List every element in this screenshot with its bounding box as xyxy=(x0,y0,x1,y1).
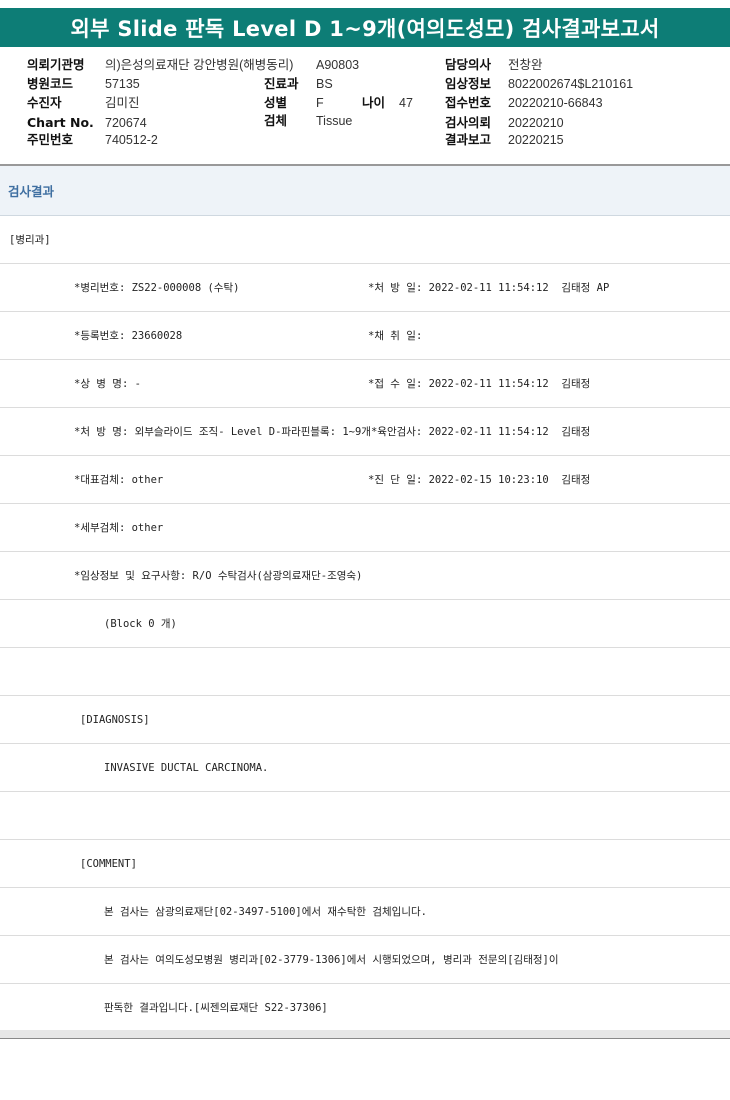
age-value: 47 xyxy=(399,96,413,110)
specimen-label: 검체 xyxy=(264,113,288,128)
report-title: 외부 Slide 판독 Level D 1~9개(여의도성모) 검사결과보고서 xyxy=(0,8,730,47)
order-name: *처 방 명: 외부슬라이드 조직- Level D-파라핀블록: 1~9개*육… xyxy=(74,426,591,438)
block-count: (Block 0 개) xyxy=(104,618,177,630)
result-rows: [병리과] *병리번호: ZS22-000008 (수탁) *처 방 일: 20… xyxy=(0,216,730,1031)
result-row: *대표검체: other *진 단 일: 2022-02-15 10:23:10… xyxy=(0,456,730,504)
specimen-value: Tissue xyxy=(316,114,353,128)
institution-label: 의뢰기관명 xyxy=(27,57,85,72)
resident-label: 주민번호 xyxy=(27,132,74,147)
hospital-code-label: 병원코드 xyxy=(27,76,74,91)
result-row: [병리과] xyxy=(0,216,730,264)
result-row: 판독한 결과입니다.[씨젠의료재단 S22-37306] xyxy=(0,984,730,1031)
result-row: *등록번호: 23660028 *채 취 일: xyxy=(0,312,730,360)
result-row: *상 병 명: - *접 수 일: 2022-02-11 11:54:12 김태… xyxy=(0,360,730,408)
report-value: 20220215 xyxy=(508,133,564,147)
dept-value: BS xyxy=(316,77,333,91)
comment-line-3: 판독한 결과입니다.[씨젠의료재단 S22-37306] xyxy=(104,1002,328,1014)
result-row: 본 검사는 삼광의료재단[02-3497-5100]에서 재수탁한 검체입니다. xyxy=(0,888,730,936)
footer-divider xyxy=(0,1030,730,1039)
registration-number: *등록번호: 23660028 xyxy=(74,330,183,342)
clinical-label: 임상정보 xyxy=(445,76,492,91)
section-header: 검사결과 xyxy=(0,166,730,216)
sex-value: F xyxy=(316,96,324,110)
result-row xyxy=(0,792,730,840)
request-value: 20220210 xyxy=(508,116,564,130)
diagnosis-date: *진 단 일: 2022-02-15 10:23:10 김태정 xyxy=(368,474,591,486)
patient-info: 의뢰기관명 의)은성의료재단 강안병원(해병동리) A90803 담당의사 전창… xyxy=(0,55,730,155)
dept-label: 진료과 xyxy=(264,76,299,91)
clinical-value: 8022002674$L210161 xyxy=(508,77,634,91)
dept-heading: [병리과] xyxy=(9,234,51,246)
pathology-number: *병리번호: ZS22-000008 (수탁) xyxy=(74,282,240,294)
institution-value: 의)은성의료재단 강안병원(해병동리) xyxy=(105,58,294,72)
receipt-label: 접수번호 xyxy=(445,95,492,110)
comment-line-2: 본 검사는 여의도성모병원 병리과[02-3779-1306]에서 시행되었으며… xyxy=(104,954,559,966)
section-title: 검사결과 xyxy=(8,184,55,199)
result-row: 본 검사는 여의도성모병원 병리과[02-3779-1306]에서 시행되었으며… xyxy=(0,936,730,984)
result-row: *처 방 명: 외부슬라이드 조직- Level D-파라핀블록: 1~9개*육… xyxy=(0,408,730,456)
collection-date: *채 취 일: xyxy=(368,330,423,342)
comment-heading: [COMMENT] xyxy=(80,858,137,870)
diagnosis-heading: [DIAGNOSIS] xyxy=(80,714,150,726)
order-date: *처 방 일: 2022-02-11 11:54:12 김태정 AP xyxy=(368,282,610,294)
age-label: 나이 xyxy=(362,95,386,110)
result-row: *임상정보 및 요구사항: R/O 수탁검사(삼광의료재단-조영숙) xyxy=(0,552,730,600)
receipt-date: *접 수 일: 2022-02-11 11:54:12 김태정 xyxy=(368,378,591,390)
result-row xyxy=(0,648,730,696)
patient-label: 수진자 xyxy=(27,95,62,110)
resident-value: 740512-2 xyxy=(105,133,158,147)
hospital-code-value: 57135 xyxy=(105,77,140,91)
main-specimen: *대표검체: other xyxy=(74,474,164,486)
result-row: [COMMENT] xyxy=(0,840,730,888)
request-label: 검사의뢰 xyxy=(445,115,492,130)
comment-line-1: 본 검사는 삼광의료재단[02-3497-5100]에서 재수탁한 검체입니다. xyxy=(104,906,427,918)
doctor-label: 담당의사 xyxy=(445,57,492,72)
institution-code: A90803 xyxy=(316,58,360,72)
diagnosis-text: INVASIVE DUCTAL CARCINOMA. xyxy=(104,762,269,774)
receipt-value: 20220210-66843 xyxy=(508,96,603,110)
result-row: (Block 0 개) xyxy=(0,600,730,648)
disease-name: *상 병 명: - xyxy=(74,378,141,390)
chart-value: 720674 xyxy=(105,116,147,130)
result-row: *병리번호: ZS22-000008 (수탁) *처 방 일: 2022-02-… xyxy=(0,264,730,312)
report-label: 결과보고 xyxy=(445,132,492,147)
sex-label: 성별 xyxy=(264,95,288,110)
chart-label: Chart No. xyxy=(27,115,94,130)
clinical-request: *임상정보 및 요구사항: R/O 수탁검사(삼광의료재단-조영숙) xyxy=(74,570,363,582)
detail-specimen: *세부검체: other xyxy=(74,522,164,534)
doctor-value: 전창완 xyxy=(508,58,543,72)
result-row: *세부검체: other xyxy=(0,504,730,552)
result-row: INVASIVE DUCTAL CARCINOMA. xyxy=(0,744,730,792)
result-row: [DIAGNOSIS] xyxy=(0,696,730,744)
patient-value: 김미진 xyxy=(105,96,140,110)
